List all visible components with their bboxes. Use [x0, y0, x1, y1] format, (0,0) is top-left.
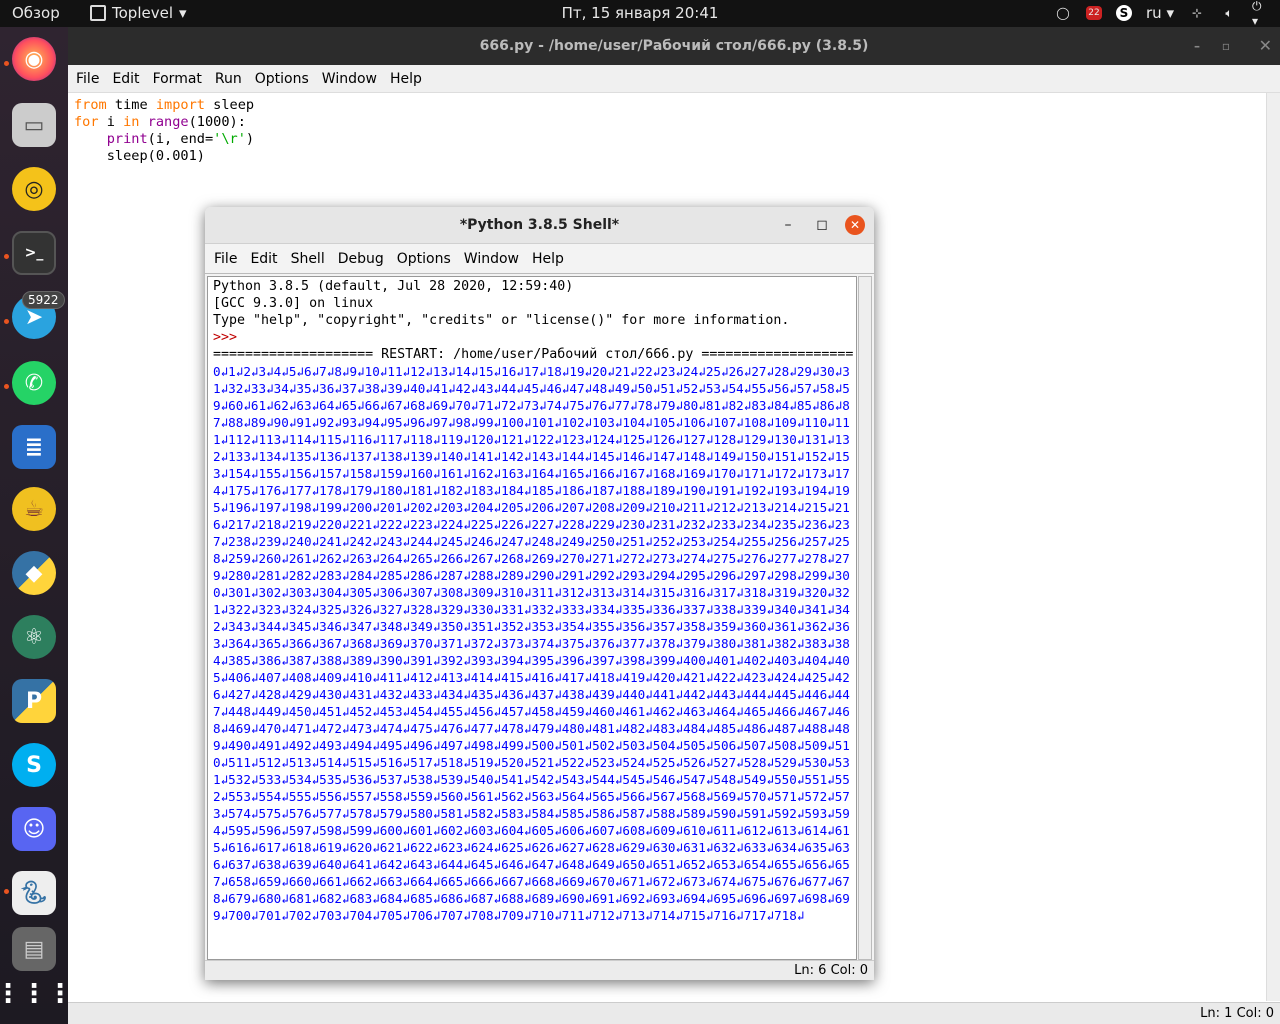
- network-icon[interactable]: ⊹: [1188, 4, 1206, 22]
- minimize-button[interactable]: –: [1194, 27, 1200, 65]
- terminal-icon[interactable]: >_: [12, 231, 56, 275]
- python-icon[interactable]: ◆: [12, 551, 56, 595]
- system-tray: ◯ 22 S ru ▾ ⊹ 🔈︎ ⏻ ▾: [1054, 0, 1270, 28]
- editor-title: 666.py - /home/user/Рабочий стол/666.py …: [479, 38, 869, 54]
- firefox-icon[interactable]: ◉: [12, 37, 56, 81]
- shell-menu-window[interactable]: Window: [464, 251, 519, 267]
- dock: ◉ ▭ ◎ >_ ➤ 5922 ✆ ≣ ☕︎ ◆ ⚛ P S ☺ 🐍︎ ▤ ⋮⋮…: [0, 27, 73, 1024]
- menu-options[interactable]: Options: [255, 71, 309, 87]
- shell-console[interactable]: Python 3.8.5 (default, Jul 28 2020, 12:5…: [207, 276, 857, 960]
- editor-statusbar: Ln: 1 Col: 0: [68, 1002, 1280, 1024]
- chevron-down-icon: ▾: [178, 4, 187, 22]
- shell-menu-help[interactable]: Help: [532, 251, 564, 267]
- rhythmbox-icon[interactable]: ◎: [12, 167, 56, 211]
- shell-menu-edit[interactable]: Edit: [250, 251, 277, 267]
- shell-titlebar[interactable]: *Python 3.8.5 Shell* – ◻ ✕: [205, 207, 874, 244]
- menu-help[interactable]: Help: [390, 71, 422, 87]
- menu-run[interactable]: Run: [215, 71, 242, 87]
- shell-title: *Python 3.8.5 Shell*: [459, 217, 620, 233]
- writer-icon[interactable]: ≣: [12, 425, 56, 469]
- shell-scrollbar[interactable]: [858, 276, 872, 960]
- language-indicator[interactable]: ru ▾: [1146, 4, 1174, 22]
- whatsapp-icon[interactable]: ✆: [12, 361, 56, 405]
- app-menu-label: Toplevel: [112, 4, 173, 22]
- notification-tray-icon[interactable]: 22: [1086, 6, 1102, 20]
- menu-edit[interactable]: Edit: [112, 71, 139, 87]
- volume-icon[interactable]: 🔈︎: [1220, 4, 1238, 22]
- pycharm-icon[interactable]: P: [12, 679, 56, 723]
- shell-close-button[interactable]: ✕: [845, 215, 865, 235]
- menu-window[interactable]: Window: [322, 71, 377, 87]
- close-button[interactable]: ✕: [1259, 27, 1272, 65]
- language-label: ru: [1146, 4, 1162, 22]
- app-icon: [90, 5, 106, 21]
- telegram-badge: 5922: [22, 291, 65, 309]
- skype-tray-icon[interactable]: S: [1116, 5, 1132, 21]
- shell-menu-debug[interactable]: Debug: [338, 251, 384, 267]
- shell-statusbar: Ln: 6 Col: 0: [205, 960, 874, 980]
- activities-button[interactable]: Обзор: [12, 4, 60, 22]
- skype-icon[interactable]: S: [12, 743, 56, 787]
- shell-banner-version: Python 3.8.5 (default, Jul 28 2020, 12:5…: [213, 279, 574, 294]
- show-apps-icon[interactable]: ⋮⋮⋮: [0, 972, 73, 1016]
- top-bar: Обзор Toplevel ▾ Пт, 15 января 20:41 ◯ 2…: [0, 0, 1280, 28]
- shell-minimize-button[interactable]: –: [778, 215, 798, 235]
- shell-banner-gcc: [GCC 9.3.0] on linux: [213, 296, 374, 311]
- shell-menu-file[interactable]: File: [214, 251, 237, 267]
- menu-file[interactable]: File: [76, 71, 99, 87]
- shell-restart-line: ==================== RESTART: /home/user…: [213, 347, 854, 362]
- idle-icon[interactable]: 🐍︎: [12, 871, 56, 915]
- editor-titlebar[interactable]: 666.py - /home/user/Рабочий стол/666.py …: [68, 27, 1280, 65]
- teapot-icon[interactable]: ☕︎: [12, 487, 56, 531]
- editor-cursor-position: Ln: 1 Col: 0: [1200, 1006, 1274, 1021]
- atom-icon[interactable]: ⚛: [12, 615, 56, 659]
- maximize-button[interactable]: ▫: [1222, 27, 1230, 65]
- shell-output: 0↲1↲2↲3↲4↲5↲6↲7↲8↲9↲10↲11↲12↲13↲14↲15↲16…: [213, 364, 850, 923]
- shell-window: *Python 3.8.5 Shell* – ◻ ✕ File Edit She…: [205, 207, 874, 980]
- code-editor[interactable]: from time import sleep for i in range(10…: [74, 97, 254, 165]
- drive-icon[interactable]: ▤: [12, 927, 56, 971]
- files-icon[interactable]: ▭: [12, 103, 56, 147]
- shell-menubar: File Edit Shell Debug Options Window Hel…: [205, 244, 874, 274]
- discord-icon[interactable]: ☺: [12, 807, 56, 851]
- editor-menubar: File Edit Format Run Options Window Help: [68, 65, 1280, 93]
- shell-cursor-position: Ln: 6 Col: 0: [794, 963, 868, 978]
- whatsapp-tray-icon[interactable]: ◯: [1054, 4, 1072, 22]
- app-menu-button[interactable]: Toplevel ▾: [90, 4, 187, 22]
- shell-banner-help: Type "help", "copyright", "credits" or "…: [213, 313, 790, 328]
- shell-prompt: >>>: [213, 330, 238, 345]
- shell-menu-options[interactable]: Options: [397, 251, 451, 267]
- power-icon[interactable]: ⏻ ▾: [1252, 0, 1270, 28]
- shell-menu-shell[interactable]: Shell: [291, 251, 325, 267]
- shell-maximize-button[interactable]: ◻: [812, 215, 832, 235]
- clock[interactable]: Пт, 15 января 20:41: [562, 4, 719, 22]
- editor-scrollbar[interactable]: [1266, 93, 1280, 1001]
- menu-format[interactable]: Format: [153, 71, 202, 87]
